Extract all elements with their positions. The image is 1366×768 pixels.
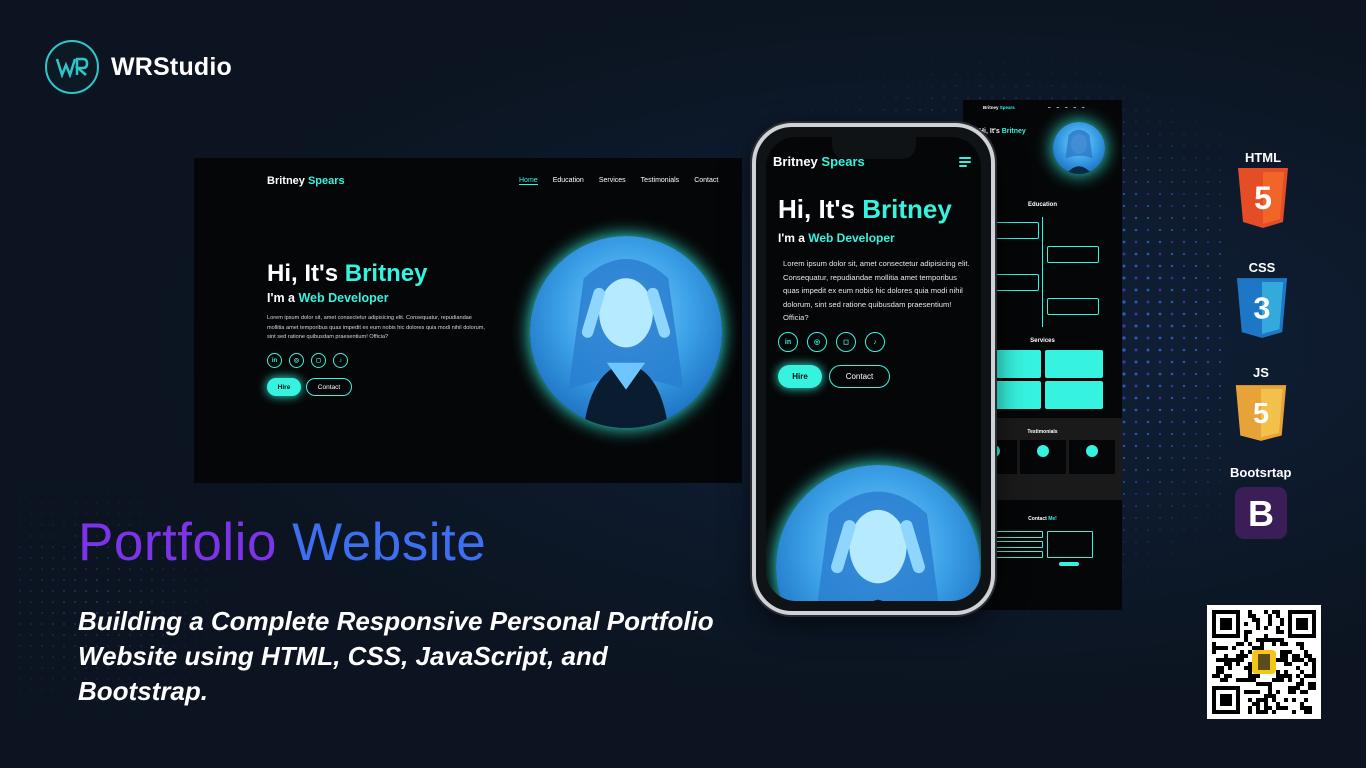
- phone-screen: Britney Spears Hi, It's Britney I'm a We…: [766, 137, 981, 601]
- contact-button[interactable]: Contact: [829, 365, 890, 388]
- svg-text:5: 5: [1253, 398, 1269, 430]
- tech-js: JS 5: [1234, 365, 1288, 443]
- contact-input: [993, 541, 1043, 548]
- contact-input: [993, 531, 1043, 538]
- bootstrap-icon: B: [1234, 483, 1288, 543]
- phone-hero-title: Hi, It's Britney: [778, 194, 952, 224]
- subtitle: Building a Complete Responsive Personal …: [78, 606, 714, 706]
- tech-html: HTML 5: [1236, 150, 1290, 228]
- hire-button[interactable]: Hire: [778, 365, 822, 388]
- contact-button[interactable]: Contact: [306, 378, 352, 396]
- brand-name: WRStudio: [111, 52, 233, 81]
- main-title: Portfolio Website: [78, 513, 487, 572]
- phone-logo[interactable]: Britney Spears: [773, 154, 865, 169]
- html5-icon: 5: [1236, 168, 1290, 228]
- tiktok-icon[interactable]: ♪: [865, 332, 885, 352]
- svg-text:5: 5: [1254, 180, 1272, 216]
- tech-label: JS: [1253, 365, 1269, 380]
- back-nav: ▬ ▬ ▬ ▬ ▬: [1048, 106, 1085, 109]
- github-icon[interactable]: ◎: [807, 332, 827, 352]
- github-icon[interactable]: ◎: [289, 353, 304, 368]
- css3-icon: 3: [1235, 278, 1289, 338]
- contact-send-button: [1059, 562, 1079, 566]
- back-portrait: [1053, 122, 1105, 174]
- phone-mockup: Britney Spears Hi, It's Britney I'm a We…: [752, 123, 995, 615]
- edu-box: [1047, 246, 1099, 263]
- phone-socials: in ◎ ◻ ♪: [778, 332, 885, 352]
- tech-label: CSS: [1248, 260, 1276, 275]
- tech-label: Bootsrtap: [1230, 465, 1292, 480]
- service-card: [1045, 350, 1103, 378]
- desktop-buttons: Hire Contact: [267, 378, 352, 396]
- tech-bootstrap: Bootsrtap B: [1230, 465, 1291, 543]
- nav-testimonials[interactable]: Testimonials: [641, 177, 680, 185]
- hamburger-menu-icon[interactable]: [959, 157, 971, 169]
- tech-label: HTML: [1244, 150, 1282, 165]
- desktop-logo[interactable]: Britney Spears: [267, 175, 345, 187]
- linkedin-icon[interactable]: in: [267, 353, 282, 368]
- wr-logo-icon: [45, 40, 99, 94]
- qr-code[interactable]: [1207, 605, 1321, 719]
- phone-hero-role: I'm a Web Developer: [778, 231, 895, 245]
- instagram-icon[interactable]: ◻: [836, 332, 856, 352]
- nav-contact[interactable]: Contact: [694, 177, 718, 185]
- nav-home[interactable]: Home: [519, 177, 538, 185]
- phone-hero-paragraph: Lorem ipsum dolor sit, amet consectetur …: [783, 259, 970, 322]
- canvas: WRStudio Britney Spears ▬ ▬ ▬ ▬ ▬ Hi, It's B…: [0, 0, 1366, 768]
- nav-services[interactable]: Services: [599, 177, 626, 185]
- linkedin-icon[interactable]: in: [778, 332, 798, 352]
- phone-buttons: Hire Contact: [778, 365, 890, 388]
- back-logo: Britney Spears: [983, 105, 1015, 110]
- testimonial-card: [1020, 440, 1066, 474]
- service-card: [1045, 381, 1103, 409]
- desktop-socials: in ◎ ◻ ♪: [267, 353, 348, 368]
- phone-portrait: [776, 465, 980, 601]
- contact-input: [993, 551, 1043, 558]
- desktop-nav: Home Education Services Testimonials Con…: [519, 177, 718, 185]
- desktop-hero-paragraph: Lorem ipsum dolor sit, amet consectetur …: [267, 315, 485, 340]
- testimonial-card: [1069, 440, 1115, 474]
- svg-text:B: B: [1248, 493, 1274, 534]
- desktop-portrait: [530, 236, 722, 428]
- svg-text:3: 3: [1253, 291, 1270, 326]
- contact-textarea: [1047, 531, 1093, 558]
- back-hello: Hi, It's Britney: [979, 128, 1026, 135]
- desktop-mockup: Britney Spears Home Education Services T…: [194, 158, 742, 483]
- edu-box: [1047, 298, 1099, 315]
- tiktok-icon[interactable]: ♪: [333, 353, 348, 368]
- js-icon: 5: [1234, 383, 1288, 443]
- desktop-hero-role: I'm a Web Developer: [267, 291, 389, 305]
- hire-button[interactable]: Hire: [267, 378, 301, 396]
- instagram-icon[interactable]: ◻: [311, 353, 326, 368]
- brand: WRStudio: [45, 40, 232, 94]
- desktop-hero-title: Hi, It's Britney: [267, 260, 428, 287]
- nav-education[interactable]: Education: [553, 177, 584, 185]
- tech-css: CSS 3: [1235, 260, 1289, 338]
